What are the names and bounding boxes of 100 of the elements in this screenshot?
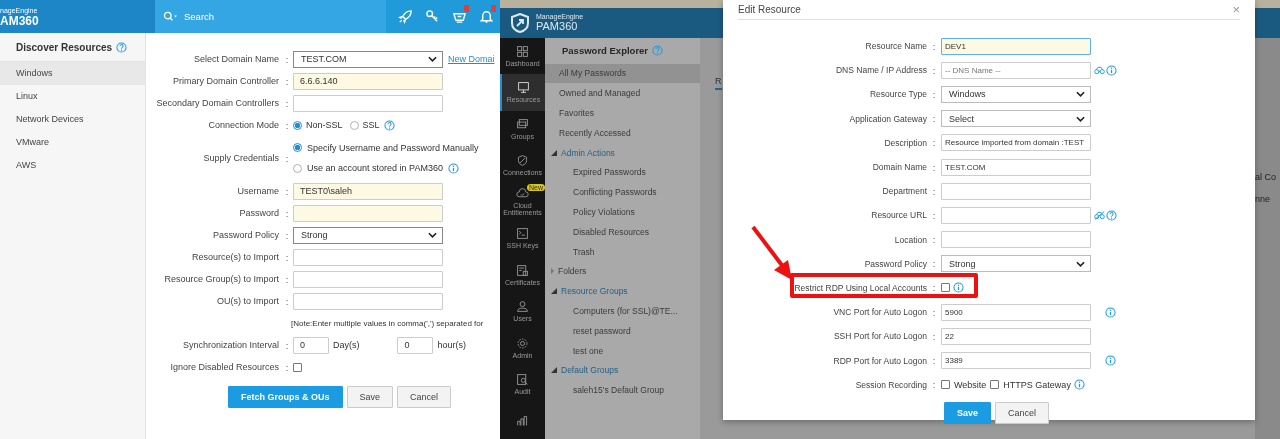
text-field[interactable]: -- DNS Name -- bbox=[941, 61, 1091, 79]
info-icon[interactable] bbox=[953, 282, 964, 294]
info-icon[interactable] bbox=[447, 162, 459, 174]
select-dropdown[interactable]: Strong bbox=[293, 226, 443, 244]
text-field[interactable] bbox=[293, 292, 443, 310]
text-field[interactable]: TEST0\saleh bbox=[293, 182, 443, 200]
text-field[interactable]: 22 bbox=[941, 327, 1091, 345]
info-icon[interactable] bbox=[1105, 355, 1116, 367]
checkbox[interactable] bbox=[941, 380, 950, 390]
tree-item[interactable]: Computers (for SSL)@TE... bbox=[545, 301, 700, 321]
tree-item[interactable]: reset password bbox=[545, 320, 700, 341]
tree-item[interactable]: test one bbox=[545, 340, 700, 361]
colon-separator: : bbox=[931, 209, 937, 221]
checkbox[interactable] bbox=[293, 362, 302, 372]
search-icon[interactable] bbox=[163, 11, 178, 22]
colon-separator: : bbox=[284, 75, 290, 87]
text-field[interactable] bbox=[293, 270, 443, 288]
colon-separator: : bbox=[931, 282, 937, 294]
chevron-down-icon bbox=[428, 232, 437, 238]
text-field[interactable] bbox=[941, 206, 1091, 224]
tree-item[interactable]: Recently Accessed bbox=[545, 122, 700, 143]
bell-icon[interactable] bbox=[479, 9, 494, 24]
text-field[interactable]: Resource imported from domain :TEST bbox=[941, 134, 1091, 152]
unit-label: hour(s) bbox=[437, 340, 466, 350]
terminal-icon bbox=[516, 227, 529, 241]
tree-item[interactable]: All My Passwords bbox=[545, 63, 700, 84]
note-text: [Note:Enter multiple values in comma(',') separated for bbox=[291, 318, 485, 328]
field-label: Session Recording bbox=[854, 379, 927, 390]
field-label: Username bbox=[236, 186, 280, 196]
search-field[interactable]: Search bbox=[155, 0, 386, 33]
radio-button[interactable] bbox=[293, 143, 302, 152]
expander-icon[interactable] bbox=[551, 149, 557, 156]
radio-button[interactable] bbox=[293, 120, 302, 130]
number-field[interactable]: 0 bbox=[397, 336, 434, 354]
tree-item[interactable]: Disabled Resources bbox=[545, 221, 700, 242]
text-field[interactable]: 3389 bbox=[941, 352, 1091, 370]
help-icon[interactable] bbox=[1106, 209, 1117, 221]
tree-item[interactable]: Policy Violations bbox=[545, 202, 700, 222]
select-dropdown[interactable]: TEST.COM bbox=[293, 50, 443, 68]
tree-item[interactable]: Favorites bbox=[545, 103, 700, 123]
radio-label: Use an account stored in PAM360 bbox=[307, 163, 443, 173]
tree-item[interactable]: Expired Passwords bbox=[545, 162, 700, 183]
select-dropdown[interactable]: Select bbox=[941, 110, 1091, 128]
tree-item[interactable]: Folders bbox=[545, 261, 700, 282]
field-label: OU(s) to Import bbox=[215, 296, 280, 306]
text-field[interactable]: DEV1 bbox=[941, 37, 1091, 55]
info-icon[interactable] bbox=[1106, 64, 1117, 76]
text-field[interactable]: 6.6.6.140 bbox=[293, 72, 443, 90]
field-label: Password Policy bbox=[211, 230, 280, 240]
radio-button[interactable] bbox=[349, 120, 359, 130]
unit-label: Day(s) bbox=[333, 340, 360, 350]
sidebar-item[interactable]: VMware bbox=[0, 131, 145, 154]
tree-item[interactable]: saleh15's Default Group bbox=[545, 380, 700, 401]
dialog-button[interactable]: Cancel bbox=[995, 401, 1050, 424]
text-field[interactable] bbox=[293, 204, 443, 222]
select-dropdown[interactable]: Strong bbox=[941, 255, 1091, 273]
field-label: Ignore Disabled Resources bbox=[169, 362, 280, 372]
binoculars-icon[interactable] bbox=[1094, 64, 1105, 76]
text-field[interactable]: 5900 bbox=[941, 303, 1091, 321]
info-icon[interactable] bbox=[1073, 379, 1085, 391]
chevron-down-icon bbox=[428, 56, 437, 62]
field-label: Secondary Domain Controllers bbox=[155, 98, 280, 108]
text-field[interactable] bbox=[941, 231, 1091, 249]
expander-icon[interactable] bbox=[551, 367, 557, 374]
colon-separator: : bbox=[284, 339, 290, 351]
text-field[interactable] bbox=[293, 248, 443, 266]
help-icon[interactable] bbox=[116, 41, 128, 53]
field-label: Description bbox=[883, 137, 927, 148]
search-input[interactable]: Search bbox=[182, 10, 306, 23]
shield-logo-icon bbox=[510, 12, 530, 33]
checkbox[interactable] bbox=[990, 380, 1000, 390]
info-icon[interactable] bbox=[1105, 306, 1116, 318]
sidebar-item[interactable]: Windows bbox=[0, 62, 145, 85]
expander-icon[interactable] bbox=[551, 288, 557, 295]
key-icon[interactable] bbox=[425, 9, 440, 24]
binoculars-crossed-icon[interactable] bbox=[1094, 209, 1105, 221]
tree-item[interactable]: Trash bbox=[545, 241, 700, 262]
checkbox[interactable] bbox=[941, 283, 950, 293]
text-field[interactable] bbox=[293, 94, 443, 112]
form-button[interactable]: Cancel bbox=[397, 386, 452, 408]
help-icon[interactable] bbox=[383, 119, 395, 131]
field-label: Password bbox=[238, 208, 280, 218]
form-button[interactable]: Save bbox=[346, 386, 393, 408]
sidebar-item[interactable]: AWS bbox=[0, 154, 145, 177]
tree-item[interactable]: Owned and Managed bbox=[545, 83, 700, 104]
select-dropdown[interactable]: Windows bbox=[941, 85, 1091, 103]
sidebar-item[interactable]: Network Devices bbox=[0, 108, 145, 131]
dialog-title: Edit Resource bbox=[738, 4, 801, 15]
number-field[interactable]: 0 bbox=[293, 336, 329, 354]
text-field[interactable]: TEST.COM bbox=[941, 158, 1091, 176]
rocket-icon[interactable] bbox=[398, 9, 413, 24]
text-field[interactable] bbox=[941, 182, 1091, 200]
new-domain-link[interactable]: New Domai bbox=[448, 54, 495, 64]
sidebar-item[interactable]: Linux bbox=[0, 85, 145, 108]
groups-icon bbox=[516, 117, 529, 131]
tab[interactable]: R bbox=[715, 75, 722, 90]
field-label: Select Domain Name bbox=[192, 54, 280, 64]
radio-button[interactable] bbox=[293, 163, 302, 173]
tree-item[interactable]: Conflicting Passwords bbox=[545, 182, 700, 203]
colon-separator: : bbox=[284, 119, 290, 131]
